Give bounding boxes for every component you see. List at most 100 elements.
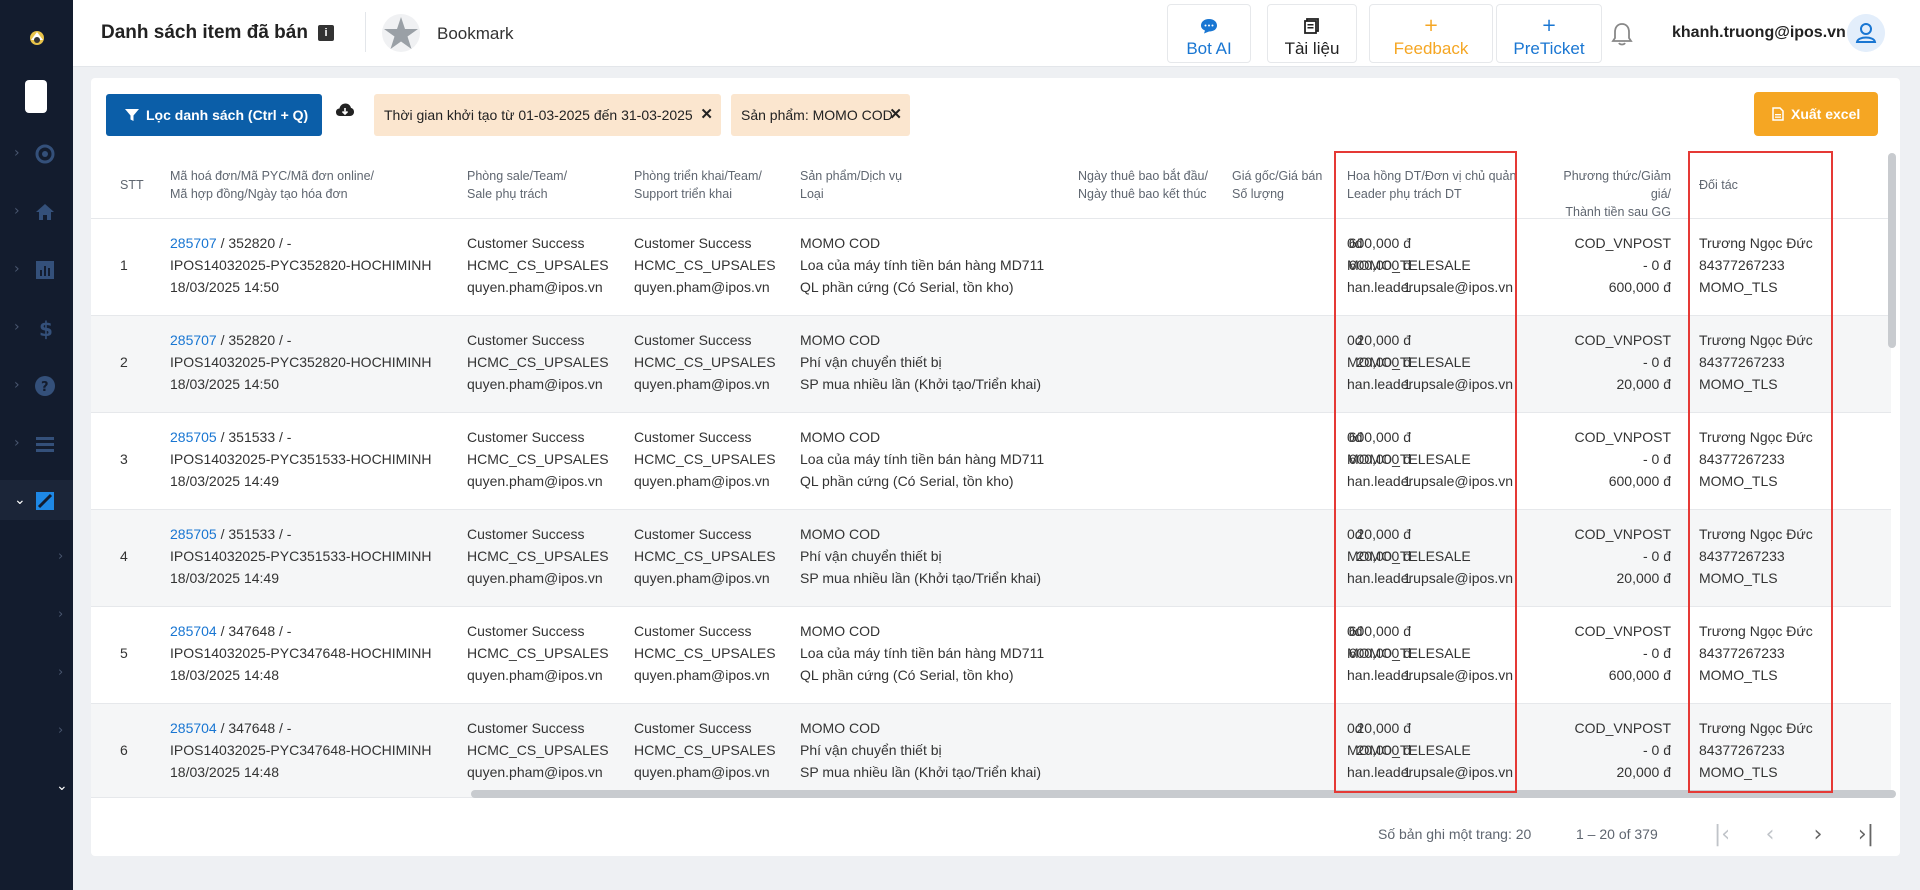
invoice-link[interactable]: 285704 [170,720,217,736]
deploy-line: HCMC_CS_UPSALES [634,548,776,564]
sale-cell: Customer Success HCMC_CS_UPSALES quyen.pha… [467,523,609,589]
documents-button[interactable]: Tài liệu [1267,4,1357,63]
product-line: SP mua nhiều lần (Khởi tạo/Triển khai) [800,376,1042,392]
invoice-link[interactable]: 285705 [170,526,217,542]
payment-line: 20,000 đ [1616,376,1672,392]
chevron-down-icon[interactable]: ⌄ [56,778,68,794]
table-row[interactable]: 3 285705 / 351533 / - IPOS14032025-PYC3515… [91,413,1891,510]
product-line: MOMO COD [800,526,881,542]
payment-line: COD_VNPOST [1574,623,1671,639]
deploy-line: Customer Success [634,623,752,639]
bot-ai-button[interactable]: Bot AI [1167,4,1251,63]
deploy-line: Customer Success [634,429,752,445]
invoice-link[interactable]: 285704 [170,623,217,639]
sidebar-item-home[interactable]: › [0,191,73,231]
submenu-chevron-icon[interactable]: › [58,607,63,622]
top-header: Danh sách item đã bán i Bookmark Bot AI … [73,0,1920,67]
sales-icon [36,492,54,510]
table-row[interactable]: 1 285707 / 352820 / - IPOS14032025-PYC3528… [91,219,1891,316]
deploy-line: HCMC_CS_UPSALES [634,354,776,370]
product-line: Phí vận chuyển thiết bị [800,354,942,370]
invoice-date: 18/03/2025 14:49 [170,473,279,489]
sidebar-shortcut[interactable] [25,80,47,113]
product-line: MOMO COD [800,429,881,445]
pyc-code: IPOS14032025-PYC352820-HOCHIMINH [170,354,432,370]
submenu-chevron-icon[interactable]: › [58,665,63,680]
table-row[interactable]: 4 285705 / 351533 / - IPOS14032025-PYC3515… [91,510,1891,607]
sidebar-item-sales[interactable]: ⌄ [0,480,73,520]
deploy-line: HCMC_CS_UPSALES [634,645,776,661]
deploy-line: quyen.pham@ipos.vn [634,473,770,489]
sale-line: Customer Success [467,332,585,348]
logo-icon [30,31,44,45]
sale-line: quyen.pham@ipos.vn [467,473,603,489]
sidebar-item-reports[interactable]: › [0,249,73,289]
gear-icon [35,144,55,164]
user-email[interactable]: khanh.truong@ipos.vn [1672,24,1846,42]
sale-line: Customer Success [467,429,585,445]
page-size-label[interactable]: Số bản ghi một trang: 20 [1378,826,1531,842]
product-cell: MOMO COD Loa của máy tính tiền bán hàng M… [800,426,1044,492]
payment-cell: COD_VNPOST - 0 đ 600,000 đ [1575,620,1671,686]
row-stt: 1 [120,257,128,273]
avatar-icon[interactable] [1847,14,1885,52]
vertical-scrollbar[interactable] [1888,153,1896,348]
table-body: 1 285707 / 352820 / - IPOS14032025-PYC3528… [91,78,1891,798]
list-icon [36,437,54,452]
first-page-icon[interactable]: |‹ [1707,820,1737,850]
table-row[interactable]: 6 285704 / 347648 / - IPOS14032025-PYC3476… [91,704,1891,798]
payment-line: - 0 đ [1642,257,1671,273]
submenu-chevron-icon[interactable]: › [58,723,63,738]
product-line: Loa của máy tính tiền bán hàng MD711 [800,451,1045,467]
chevron-right-icon: › [14,145,20,161]
deploy-cell: Customer Success HCMC_CS_UPSALES quyen.pha… [634,232,776,298]
invoice-link[interactable]: 285707 [170,332,217,348]
chevron-right-icon: › [14,319,20,335]
bell-icon[interactable] [1611,22,1633,46]
svg-text:?: ? [41,380,49,395]
bookmark-label[interactable]: Bookmark [437,24,514,44]
info-icon[interactable]: i [318,25,334,41]
chevron-right-icon: › [14,261,20,277]
invoice-cell: 285707 / 352820 / - IPOS14032025-PYC35282… [170,329,431,395]
horizontal-scrollbar[interactable] [471,790,1896,798]
payment-line: 20,000 đ [1616,764,1672,780]
previous-page-icon[interactable]: ‹ [1755,820,1785,850]
invoice-link[interactable]: 285705 [170,429,217,445]
invoice-rest: / 347648 / - [216,720,292,736]
payment-cell: COD_VNPOST - 0 đ 20,000 đ [1575,523,1671,589]
product-cell: MOMO COD Phí vận chuyển thiết bị SP mua nh… [800,329,1041,395]
invoice-cell: 285707 / 352820 / - IPOS14032025-PYC35282… [170,232,431,298]
last-page-icon[interactable]: ›| [1851,820,1881,850]
sidebar-item-help[interactable]: › ? [0,365,73,405]
product-line: MOMO COD [800,720,881,736]
star-icon[interactable] [381,13,421,53]
sidebar-item-finance[interactable]: › $ [0,307,73,347]
table-row[interactable]: 5 285704 / 347648 / - IPOS14032025-PYC3476… [91,607,1891,704]
invoice-date: 18/03/2025 14:48 [170,667,279,683]
page-range: 1 – 20 of 379 [1576,826,1658,842]
sale-line: HCMC_CS_UPSALES [467,257,609,273]
sidebar-item-settings[interactable]: › [0,133,73,173]
preticket-button[interactable]: + PreTicket [1496,4,1602,63]
sidebar-item-list[interactable]: › [0,423,73,463]
sale-line: HCMC_CS_UPSALES [467,354,609,370]
next-page-icon[interactable]: › [1803,820,1833,850]
payment-line: - 0 đ [1642,548,1671,564]
header-divider [365,12,366,52]
deploy-line: HCMC_CS_UPSALES [634,257,776,273]
invoice-rest: / 352820 / - [216,332,292,348]
highlight-partner-column [1688,151,1833,793]
feedback-button[interactable]: + Feedback [1369,4,1493,63]
submenu-chevron-icon[interactable]: › [58,549,63,564]
product-line: Loa của máy tính tiền bán hàng MD711 [800,645,1045,661]
deploy-line: quyen.pham@ipos.vn [634,376,770,392]
payment-cell: COD_VNPOST - 0 đ 20,000 đ [1575,329,1671,395]
deploy-cell: Customer Success HCMC_CS_UPSALES quyen.pha… [634,426,776,492]
sale-cell: Customer Success HCMC_CS_UPSALES quyen.pha… [467,620,609,686]
product-line: QL phần cứng (Có Serial, tồn kho) [800,473,1014,489]
invoice-link[interactable]: 285707 [170,235,217,251]
payment-line: 600,000 đ [1608,279,1671,295]
table-row[interactable]: 2 285707 / 352820 / - IPOS14032025-PYC3528… [91,316,1891,413]
chevron-down-icon: ⌄ [14,492,26,508]
